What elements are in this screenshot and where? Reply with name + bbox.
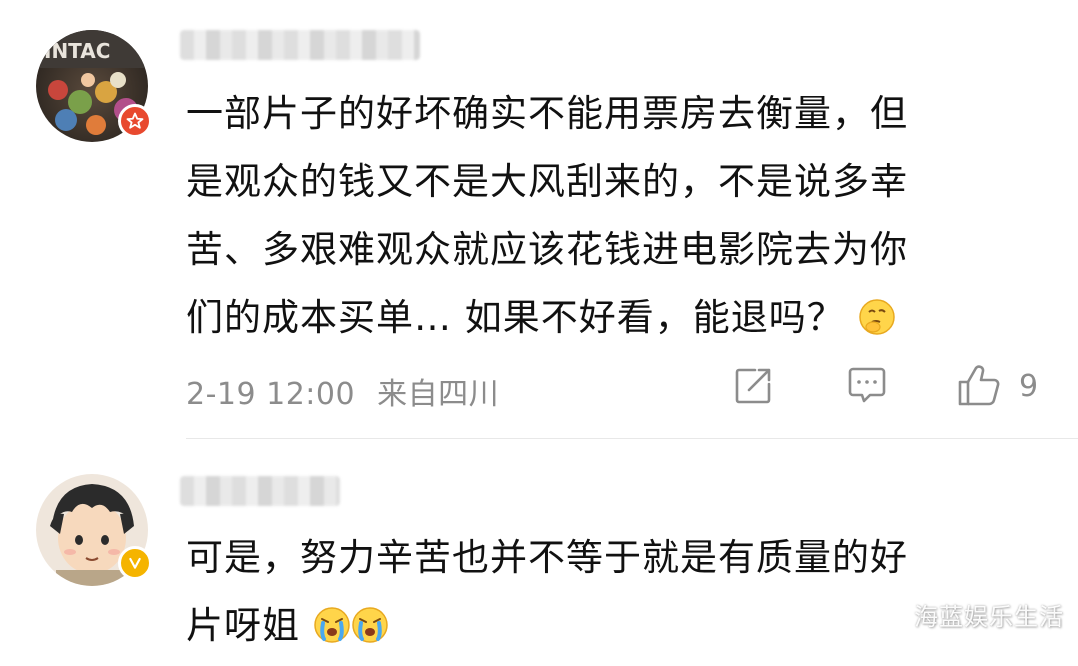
star-icon	[126, 112, 144, 129]
crying-emoji-icon	[351, 598, 389, 643]
comment-line: 们的成本买单… 如果不好看，能退吗？	[186, 296, 845, 339]
share-icon[interactable]	[733, 366, 773, 410]
star-badge	[118, 104, 152, 138]
svg-text:INTAC: INTAC	[44, 39, 110, 63]
watermark: 海蓝娱乐生活	[914, 603, 1064, 631]
comment-line: 是观众的钱又不是大风刮来的，不是说多幸	[186, 160, 908, 203]
comment-icon[interactable]	[846, 366, 888, 410]
location: 来自四川	[377, 377, 500, 412]
avatar[interactable]: INTAC	[36, 30, 152, 142]
comment-line: 一部片子的好坏确实不能用票房去衡量，但	[186, 92, 908, 135]
thinking-emoji-icon	[858, 290, 896, 335]
like-count: 9	[1019, 369, 1039, 404]
verified-v-badge	[118, 546, 152, 580]
username-blurred[interactable]	[180, 30, 420, 60]
comment-item: INTAC 一部片子的好坏确实不能用票房去衡量，但 是观众的钱又不是大风刮来的，…	[0, 0, 1078, 440]
divider	[186, 438, 1078, 439]
avatar[interactable]	[36, 474, 152, 586]
like-icon[interactable]	[956, 364, 1002, 412]
comment-text: 可是，努力辛苦也并不等于就是有质量的好 片呀姐	[186, 524, 1066, 660]
comment-meta: 2-19 12:00 来自四川	[186, 369, 499, 413]
comment-line-last: 们的成本买单… 如果不好看，能退吗？	[186, 284, 1066, 352]
timestamp: 2-19 12:00	[186, 377, 356, 412]
comment-line: 片呀姐	[186, 604, 300, 647]
crying-emoji-icon	[313, 598, 351, 643]
comment-line: 苦、多艰难观众就应该花钱进电影院去为你	[186, 228, 908, 271]
username-blurred[interactable]	[180, 476, 340, 506]
verified-icon	[129, 557, 141, 569]
comment-text: 一部片子的好坏确实不能用票房去衡量，但 是观众的钱又不是大风刮来的，不是说多幸 …	[186, 80, 1066, 352]
comment-line: 可是，努力辛苦也并不等于就是有质量的好	[186, 536, 908, 579]
